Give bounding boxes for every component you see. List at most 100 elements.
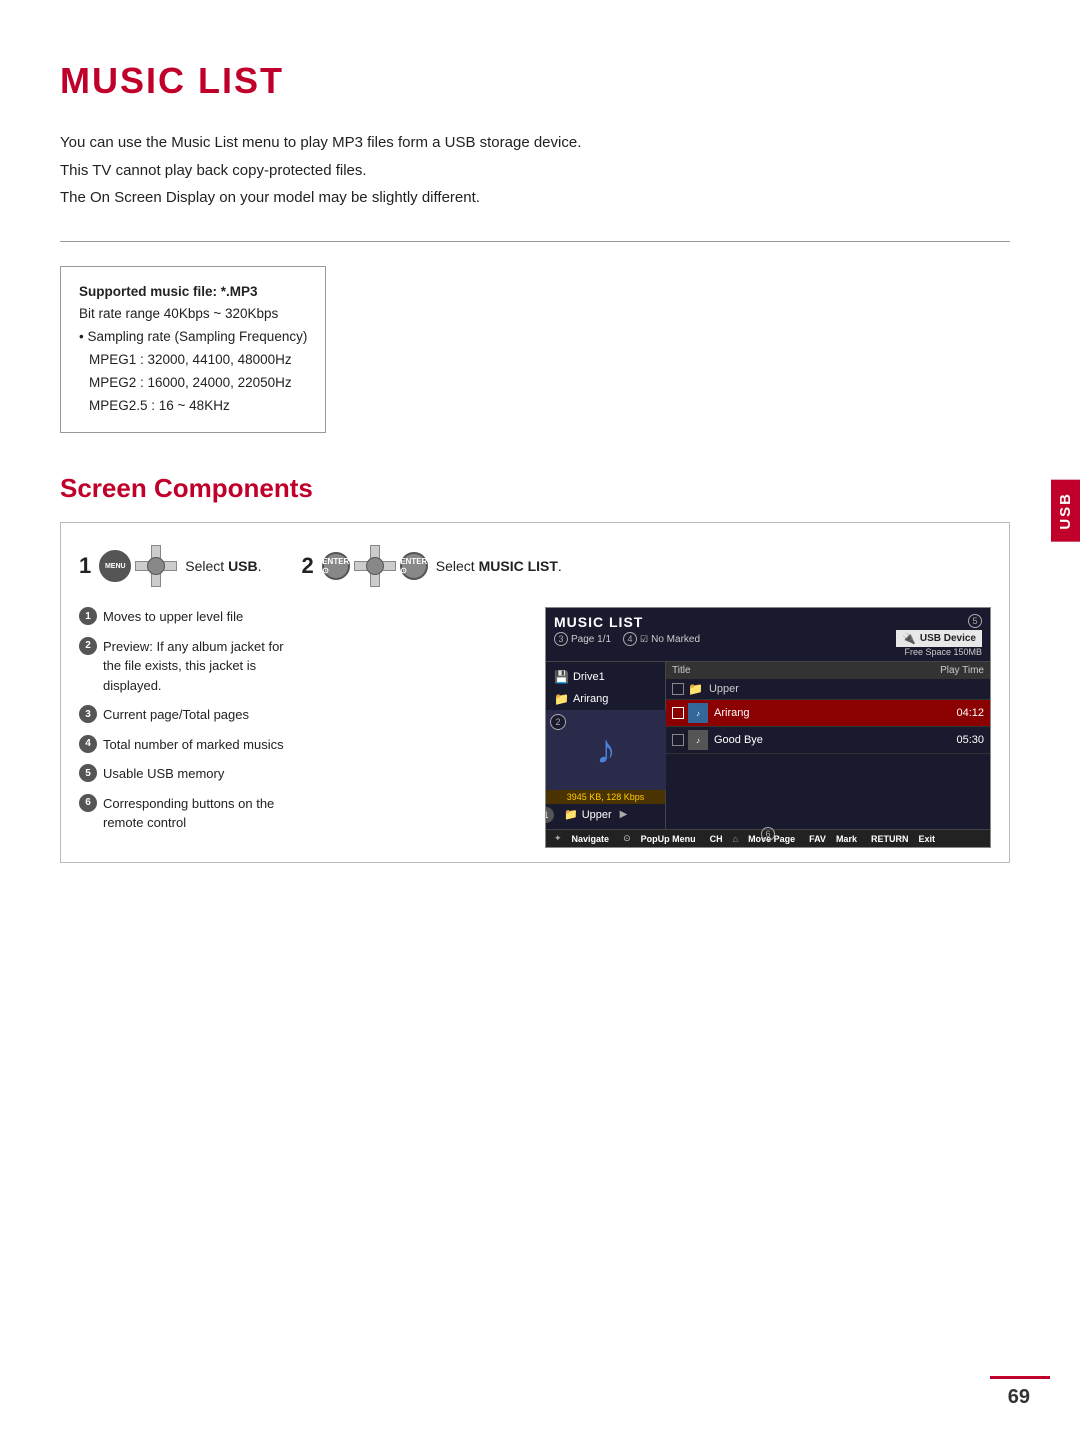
preview-area: 2 ♪: [546, 710, 666, 790]
menu-button-icon: MENU: [99, 550, 131, 582]
tv-folder-item: 📁 Arirang: [546, 688, 665, 710]
bottom-line-decoration: [990, 1376, 1050, 1379]
tv-no-marked: No Marked: [651, 634, 700, 645]
bullet-text-5: Usable USB memory: [103, 764, 224, 784]
bullet-2: 2 Preview: If any album jacket for the f…: [79, 637, 299, 696]
tv-folder-bottom: 1 📁 Upper ▶: [546, 804, 665, 825]
tv-title-block: MUSIC LIST 3 Page 1/1 4 ☑ No Mar: [554, 614, 700, 646]
step2-number: 2: [302, 555, 314, 577]
preview-info: 3945 KB, 128 Kbps: [546, 790, 665, 804]
desc-line2: This TV cannot play back copy-protected …: [60, 158, 1010, 184]
bullet-6: 6 Corresponding buttons on the remote co…: [79, 794, 299, 833]
callout-2-marker: 2: [550, 714, 566, 730]
usb-icon-box: 🔌 USB Device: [896, 630, 982, 647]
folder-icon: 📁: [554, 692, 569, 706]
bullet-num-1: 1: [79, 607, 97, 625]
callout-3-icon: 3 Page 1/1: [554, 632, 611, 646]
item-time-arirang: 04:12: [934, 707, 984, 719]
diagram-container: 1 MENU Select USB.: [60, 522, 1010, 863]
description-block: You can use the Music List menu to play …: [60, 130, 1010, 211]
desc-line3: The On Screen Display on your model may …: [60, 185, 1010, 211]
bullet-3: 3 Current page/Total pages: [79, 705, 299, 725]
bullet-num-4: 4: [79, 735, 97, 753]
item-name-arirang: Arirang: [714, 707, 934, 719]
tv-header: MUSIC LIST 3 Page 1/1 4 ☑ No Mar: [546, 608, 990, 662]
bullet-num-6: 6: [79, 794, 97, 812]
item-name-goodbye: Good Bye: [714, 734, 934, 746]
bullet-text-2: Preview: If any album jacket for the fil…: [103, 637, 299, 696]
item-name-upper: Upper: [709, 683, 934, 695]
col-time-header: Play Time: [924, 665, 984, 676]
step2-item: 2 ENTER⊙ ENTER⊙ Select: [302, 545, 562, 587]
footer-fav: FAV: [809, 834, 826, 844]
info-mpeg25: MPEG2.5 : 16 ~ 48KHz: [79, 395, 307, 418]
section-title: Screen Components: [60, 473, 1010, 504]
info-label: Supported music file: *.MP3: [79, 284, 258, 299]
usb-tab: USB: [1051, 480, 1080, 542]
bullet-text-1: Moves to upper level file: [103, 607, 243, 627]
bullet-num-2: 2: [79, 637, 97, 655]
item-thumb-goodbye: ♪: [688, 730, 708, 750]
tv-list-header: Title Play Time: [666, 662, 990, 679]
main-content: MUSIC LIST You can use the Music List me…: [0, 0, 1080, 923]
footer-popup: PopUp Menu: [641, 834, 696, 844]
tv-page-info: Page 1/1: [571, 634, 611, 645]
page-title: MUSIC LIST: [60, 60, 1010, 102]
footer-popup-icon: ⊙: [623, 833, 631, 844]
col-title-header: Title: [672, 665, 924, 676]
bullet-4: 4 Total number of marked musics: [79, 735, 299, 755]
tv-footer: 6 ✦ Navigate ⊙ PopUp Menu CH ⌂ Move Page…: [546, 829, 990, 847]
info-bitrate: Bit rate range 40Kbps ~ 320Kbps: [79, 303, 307, 326]
tv-title-text: MUSIC LIST: [554, 614, 700, 630]
bullet-num-5: 5: [79, 764, 97, 782]
footer-exit: Exit: [918, 834, 935, 844]
bullet-text-4: Total number of marked musics: [103, 735, 284, 755]
tv-folder-bottom-label: Upper: [582, 809, 612, 821]
step2-label: Select MUSIC LIST.: [436, 558, 562, 574]
tv-folder-label: Arirang: [573, 693, 608, 705]
info-sampling: • Sampling rate (Sampling Frequency): [79, 326, 307, 349]
list-item-arirang: ♪ Arirang 04:12: [666, 700, 990, 727]
footer-return: RETURN: [871, 834, 909, 844]
info-box: Supported music file: *.MP3 Bit rate ran…: [60, 266, 326, 434]
info-mpeg2: MPEG2 : 16000, 24000, 22050Hz: [79, 372, 307, 395]
item-checkbox: [672, 683, 684, 695]
info-mpeg1: MPEG1 : 32000, 44100, 48000Hz: [79, 349, 307, 372]
bullet-text-3: Current page/Total pages: [103, 705, 249, 725]
step-row: 1 MENU Select USB.: [79, 545, 991, 587]
usb-icon: 🔌: [902, 632, 916, 645]
music-note-icon: ♪: [596, 728, 616, 773]
tv-drive-label: Drive1: [573, 671, 605, 683]
step1-item: 1 MENU Select USB.: [79, 545, 262, 587]
free-space-label: Free Space 150MB: [896, 647, 982, 657]
footer-navigate: Navigate: [572, 834, 610, 844]
item-checkbox-goodbye: [672, 734, 684, 746]
tv-left-panel: 💾 Drive1 📁 Arirang 2 ♪: [546, 662, 666, 829]
usb-device-label: USB Device: [920, 633, 976, 644]
tv-body: 💾 Drive1 📁 Arirang 2 ♪: [546, 662, 990, 829]
callout-6-marker: 6: [761, 827, 775, 841]
tv-usb-device: 5 🔌 USB Device Free Space 150MB: [896, 614, 982, 657]
callout-1-marker: 1: [545, 807, 554, 823]
desc-line1: You can use the Music List menu to play …: [60, 130, 1010, 156]
item-checkbox-arirang: [672, 707, 684, 719]
step1-number: 1: [79, 555, 91, 577]
drive-icon: 💾: [554, 670, 569, 684]
list-item-goodbye: ♪ Good Bye 05:30: [666, 727, 990, 754]
arrow-icon: ▶: [620, 809, 628, 820]
item-time-goodbye: 05:30: [934, 734, 984, 746]
enter-button2-icon: ENTER⊙: [400, 552, 428, 580]
section-divider: [60, 241, 1010, 242]
list-item-upper: 📁 Upper: [666, 679, 990, 700]
step1-remote: MENU: [99, 545, 177, 587]
footer-ch: CH: [710, 834, 723, 844]
dpad-icon: [135, 545, 177, 587]
tv-drive-item: 💾 Drive1: [546, 666, 665, 688]
footer-nav-icon: ✦: [554, 833, 562, 844]
folder-bottom-icon: 📁: [564, 808, 578, 821]
callout-4-icon: 4 ☑ No Marked: [623, 632, 700, 646]
bullet-1: 1 Moves to upper level file: [79, 607, 299, 627]
dpad2-icon: [354, 545, 396, 587]
page-number: 69: [1008, 1386, 1030, 1409]
diagram-body: 1 Moves to upper level file 2 Preview: I…: [79, 607, 991, 848]
